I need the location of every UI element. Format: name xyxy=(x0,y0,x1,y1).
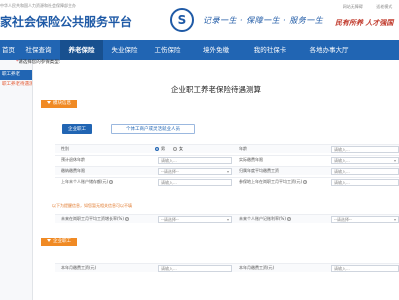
main-nav: 首页 社保查询 养老保险 失业保险 工伤保险 境外免缴 我的社保卡 各地办事大厅 xyxy=(0,40,399,60)
form-row-gender-age: 性别 男 女 年龄 请输入... xyxy=(55,144,399,153)
region-label: 缴纳缴费年限 xyxy=(61,168,85,173)
triangle-icon xyxy=(47,101,51,104)
current-wage-label-2: 本年月缴费工资(元) xyxy=(239,265,275,270)
future-growth-label-text: 未来在岗职工月平均工资增长率(%) xyxy=(61,216,124,221)
current-wage-input[interactable]: 请输入... xyxy=(158,265,232,272)
help-icon[interactable]: ? xyxy=(303,180,308,184)
type-self-employed-button[interactable]: 个体工商户或灵活就业人员 xyxy=(111,124,195,134)
paid-years-input[interactable]: 请输入... xyxy=(331,157,399,164)
nav-social-query[interactable]: 社保查询 xyxy=(17,40,60,60)
future-growth-select[interactable]: --请选择-- xyxy=(158,216,232,223)
future-index-select[interactable]: --请选择-- xyxy=(331,216,399,223)
age-label: 年龄 xyxy=(239,146,247,151)
nav-home[interactable]: 首页 xyxy=(0,40,17,60)
local-avg-wage-label-text: 参保地上年在岗职工月平均工资(元) xyxy=(239,179,303,184)
retire-age-input[interactable]: 请输入... xyxy=(158,157,232,164)
triangle-icon xyxy=(47,239,51,242)
section-header-module-info: 模块信息 xyxy=(41,100,77,108)
nav-pension[interactable]: 养老保险 xyxy=(60,40,103,60)
section-title: 企业职工 xyxy=(53,239,71,244)
site-header: 中华人民共和国人力资源和社会保障部主办 家社会保险公共服务平台 S 记录一生 ·… xyxy=(0,0,399,40)
insured-type-prompt-text: 请选择您的参保类型: xyxy=(18,60,61,65)
site-slogan: 记录一生 · 保障一生 · 服务一生 xyxy=(203,16,324,25)
form-row-future: 未来在岗职工月平均工资增长率(%)? --请选择-- 未来个人账户记账利率(%)… xyxy=(55,214,399,223)
type-employee-button[interactable]: 企业职工 xyxy=(62,124,92,134)
site-title[interactable]: 家社会保险公共服务平台 xyxy=(0,13,132,30)
gender-male-radio[interactable] xyxy=(155,147,159,151)
form-row-current-wage: 本年月缴费工资(元) 请输入... 本年月缴费工资(元) 请输入... xyxy=(55,263,399,272)
sidebar: 职工养老 职工养老待遇测算 xyxy=(0,60,33,300)
current-wage-label: 本年月缴费工资(元) xyxy=(61,265,97,270)
form-row-region: 缴纳缴费年限 --请选择-- 归属年度平均缴费工资 请输入... xyxy=(55,166,399,175)
gender-female-radio[interactable] xyxy=(173,147,177,151)
future-growth-label: 未来在岗职工月平均工资增长率(%)? xyxy=(61,216,129,222)
insured-type-prompt: *请选择您的参保类型: xyxy=(16,59,60,65)
nav-unemployment[interactable]: 失业保险 xyxy=(103,40,146,60)
nav-my-social-card[interactable]: 我的社保卡 xyxy=(243,40,297,60)
last-year-account-label: 上年末个人账户储存额(元)? xyxy=(61,179,114,185)
page-title: 企业职工养老保险待遇测算 xyxy=(171,85,261,94)
optional-info-hint: 以下为提醒信息，如您暂无相关信息可以不填 xyxy=(52,203,132,208)
section-header-employee: 企业职工 xyxy=(41,238,77,246)
help-icon[interactable]: ? xyxy=(286,217,291,221)
gender-female-label: 女 xyxy=(179,146,183,151)
region-select[interactable]: --请选择-- xyxy=(158,168,232,175)
ministry-subtitle: 中华人民共和国人力资源和社会保障部主办 xyxy=(0,3,76,8)
future-index-label: 未来个人账户记账利率(%)? xyxy=(239,216,291,222)
current-wage-input-2[interactable]: 请输入... xyxy=(331,265,399,272)
avg-wage-label: 归属年度平均缴费工资 xyxy=(239,168,279,173)
last-year-account-input[interactable]: 请输入... xyxy=(158,179,232,186)
age-input[interactable]: 请输入... xyxy=(331,146,399,153)
social-security-emblem-icon: S xyxy=(170,8,194,32)
red-slogan: 民有所养 人才强国 xyxy=(335,18,394,27)
help-icon[interactable]: ? xyxy=(124,217,129,221)
sidebar-item-employee-pension[interactable]: 职工养老 xyxy=(0,70,32,80)
accessibility-link[interactable]: 网站无障碍 xyxy=(343,4,363,10)
avg-wage-input[interactable]: 请输入... xyxy=(331,168,399,175)
local-avg-wage-label: 参保地上年在岗职工月平均工资(元)? xyxy=(239,179,308,185)
gender-label: 性别 xyxy=(61,146,69,151)
last-year-account-label-text: 上年末个人账户储存额(元) xyxy=(61,179,109,184)
help-icon[interactable]: ? xyxy=(109,180,114,184)
elder-mode-link[interactable]: 适老模式 xyxy=(376,4,392,10)
future-index-label-text: 未来个人账户记账利率(%) xyxy=(239,216,286,221)
retire-age-label: 预计退休年龄 xyxy=(61,157,85,162)
paid-years-label: 实际缴费年限 xyxy=(239,157,263,162)
section-title: 模块信息 xyxy=(53,101,71,106)
gender-male-label: 男 xyxy=(161,146,165,151)
form-row-account: 上年末个人账户储存额(元)? 请输入... 参保地上年在岗职工月平均工资(元)?… xyxy=(55,177,399,186)
form-row-retire: 预计退休年龄 请输入... 实际缴费年限 请输入... xyxy=(55,155,399,164)
top-links: 网站无障碍 适老模式 xyxy=(336,4,399,10)
nav-work-injury[interactable]: 工伤保险 xyxy=(146,40,189,60)
local-avg-wage-input[interactable]: 请输入... xyxy=(331,179,399,186)
nav-local-service-halls[interactable]: 各地办事大厅 xyxy=(297,40,361,60)
sidebar-item-pension-calc[interactable]: 职工养老待遇测算 xyxy=(0,80,32,90)
nav-overseas-exemption[interactable]: 境外免缴 xyxy=(189,40,243,60)
